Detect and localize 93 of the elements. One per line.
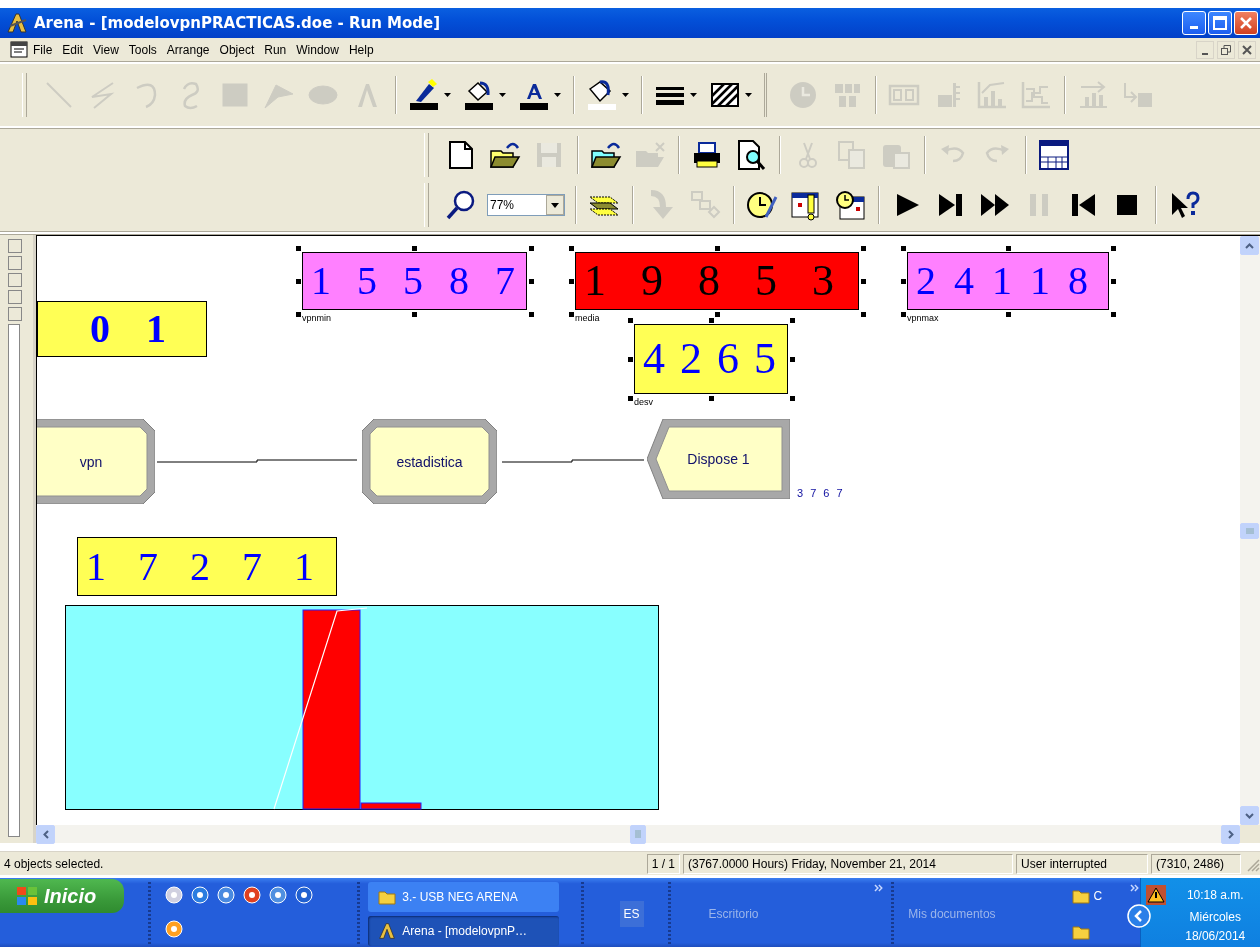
menu-item[interactable]: Arrange	[161, 41, 215, 59]
folder-icon[interactable]	[1071, 924, 1090, 940]
variable-label: desv	[634, 397, 653, 407]
fill-pattern-icon	[586, 79, 618, 111]
scroll-up-icon	[1245, 242, 1254, 249]
menu-item[interactable]: Object	[214, 41, 260, 59]
route-icon	[1077, 79, 1109, 111]
taskbar-button[interactable]: 3.- USB NEG ARENA	[368, 882, 559, 912]
variable-display: 0 1	[37, 301, 207, 357]
clock-pencil-icon	[746, 189, 778, 221]
grip-icon	[1245, 527, 1254, 534]
variable-label: vpnmin	[302, 313, 331, 323]
simulation-time: (3767.0000 Hours) Friday, November 21, 2014	[683, 853, 1013, 874]
caret-icon	[499, 93, 506, 97]
clock-date: 18/06/2014	[1185, 929, 1246, 944]
pen-color-icon	[408, 79, 440, 111]
module-label: Dispose 1	[687, 451, 750, 467]
menu-item[interactable]: Tools	[123, 41, 162, 59]
chevron-icon[interactable]	[1129, 884, 1140, 892]
menu-item[interactable]: View	[88, 41, 124, 59]
menu-item[interactable]: Window	[291, 41, 344, 59]
print-icon	[691, 139, 723, 171]
dispose-module[interactable]: Dispose 1	[647, 419, 790, 499]
clock-calendar-icon	[834, 189, 866, 221]
maximize-icon	[1213, 16, 1227, 30]
caret-icon	[444, 93, 451, 97]
menu-item[interactable]: Help	[343, 41, 379, 59]
menu-item[interactable]: Run	[259, 41, 292, 59]
caret-icon	[745, 93, 752, 97]
menu-item[interactable]: Edit	[57, 41, 89, 59]
minimize-button[interactable]	[1196, 41, 1214, 59]
print-preview-icon	[735, 139, 767, 171]
caret-icon	[690, 93, 697, 97]
variable-display: 1 5 5 8 7	[302, 252, 527, 310]
variable-label: vpnmax	[907, 313, 939, 323]
cursor-coordinates: (7310, 2486)	[1151, 853, 1241, 874]
table-window-icon	[1038, 139, 1070, 171]
warning-icon[interactable]	[1145, 884, 1166, 905]
expand-icon[interactable]	[1126, 904, 1151, 928]
caret-icon	[622, 93, 629, 97]
app-logo-icon	[6, 12, 28, 34]
step-plot-icon	[1020, 79, 1052, 111]
close-button[interactable]	[1238, 41, 1256, 59]
zoom-field[interactable]: 77%	[487, 194, 565, 216]
page-indicator: 1 / 1	[646, 853, 680, 874]
module-label: estadistica	[396, 453, 463, 470]
app-logo-icon	[378, 922, 397, 940]
create-module[interactable]: vpn	[37, 419, 155, 504]
folder-icon	[378, 889, 397, 905]
minimize-icon	[1202, 53, 1208, 55]
window-title: Arena - [modelovpnPRACTICAS.doe - Run Mode]	[34, 14, 442, 32]
close-icon	[1242, 45, 1252, 55]
clock-icon	[787, 79, 819, 111]
caret-icon	[551, 202, 559, 208]
variable-display: 1 7 2 7 1	[77, 537, 337, 596]
variable-display: 2 4 1 1 8	[907, 252, 1109, 310]
plot-icon	[976, 79, 1008, 111]
restore-button[interactable]	[1217, 41, 1235, 59]
entity-count: 3 7 6 7	[797, 487, 844, 499]
clock-time[interactable]: 10:18 a.m.	[1186, 887, 1244, 902]
maximize-button[interactable]	[1208, 11, 1232, 35]
variable-display: 1 9 8 5 3	[575, 252, 859, 310]
caret-icon	[554, 93, 561, 97]
vertical-scrollbar[interactable]	[1240, 236, 1260, 825]
module-label: vpn	[79, 453, 103, 470]
status-message: 4 objects selected.	[4, 856, 105, 871]
run-state: User interrupted	[1016, 853, 1148, 874]
chevron-icon[interactable]	[873, 884, 884, 892]
fill-color-icon	[463, 79, 495, 111]
calendar-alert-icon	[790, 189, 822, 221]
scroll-right-icon	[1227, 829, 1234, 839]
restore-icon	[1221, 45, 1231, 55]
folder-label[interactable]: C	[1093, 889, 1103, 903]
submodel-icon	[689, 189, 721, 221]
zoom-icon	[445, 189, 477, 221]
document-icon[interactable]	[10, 41, 28, 59]
grip-icon	[635, 830, 641, 838]
horizontal-scrollbar[interactable]	[36, 825, 1240, 843]
variable-display: 4 2 6 5	[634, 324, 788, 394]
disc-icon[interactable]	[164, 886, 183, 904]
close-icon	[1239, 16, 1253, 30]
language-indicator[interactable]: ES	[619, 901, 644, 927]
clock-day: Miércoles	[1189, 910, 1241, 924]
variable-label: media	[575, 313, 600, 323]
taskbar-button[interactable]: Arena - [modelovpnP…	[368, 916, 559, 946]
minimize-icon	[1190, 26, 1198, 29]
scroll-left-icon	[42, 829, 49, 839]
folder-icon[interactable]	[1071, 888, 1090, 904]
menu-item[interactable]: File	[28, 41, 58, 59]
copy-icon	[836, 139, 868, 171]
record-module[interactable]: estadistica	[362, 419, 497, 504]
windows-logo-icon	[16, 886, 38, 906]
scroll-down-icon	[1245, 812, 1254, 819]
